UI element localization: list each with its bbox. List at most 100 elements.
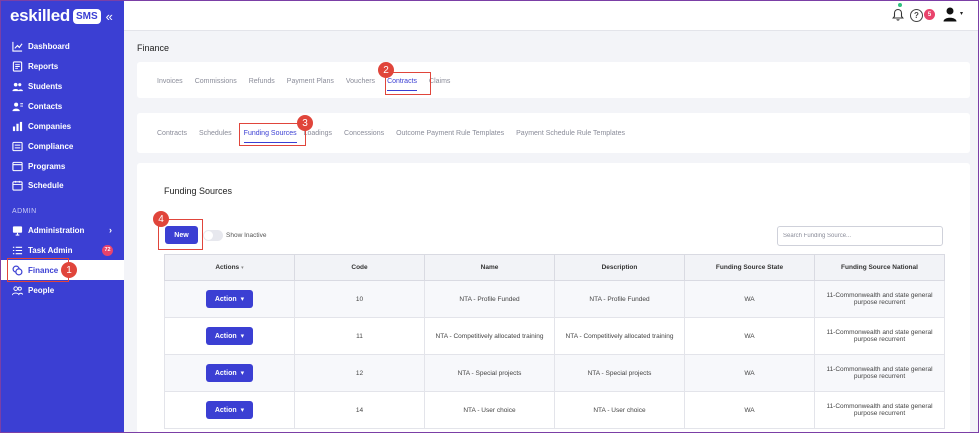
- actions-cell: Action ▾: [164, 280, 295, 318]
- action-dropdown-button[interactable]: Action ▾: [206, 290, 253, 308]
- action-dropdown-button[interactable]: Action ▾: [206, 401, 253, 419]
- sidebar-item-contacts[interactable]: Contacts: [0, 96, 124, 116]
- national-cell: 11-Commonwealth and state general purpos…: [814, 317, 945, 355]
- action-dropdown-button[interactable]: Action ▾: [206, 364, 253, 382]
- column-header-code[interactable]: Code: [294, 254, 425, 281]
- table-header-row: Actions ▾ Code Name Description Funding S…: [164, 254, 945, 281]
- sidebar-item-dashboard[interactable]: Dashboard: [0, 36, 124, 56]
- actions-cell: Action ▾: [164, 354, 295, 392]
- search-funding-source-input[interactable]: [777, 226, 943, 246]
- callout-number-4: 4: [153, 211, 169, 227]
- sidebar-item-label: Programs: [28, 161, 66, 171]
- tab-commissions[interactable]: Commissions: [195, 78, 237, 85]
- sidebar-item-programs[interactable]: Programs: [0, 156, 124, 176]
- name-cell: NTA - Special projects: [424, 354, 555, 392]
- callout-box-contracts: [385, 72, 431, 95]
- sidebar-item-label: Companies: [28, 121, 72, 131]
- notification-count-badge[interactable]: 5: [924, 9, 935, 20]
- sidebar-item-label: Schedule: [28, 180, 64, 190]
- subtab-concessions[interactable]: Concessions: [344, 130, 384, 137]
- callout-number-3: 3: [297, 115, 313, 131]
- user-menu-caret-icon[interactable]: ▾: [960, 10, 963, 17]
- column-header-label: Actions: [215, 264, 240, 271]
- chart-line-icon: [12, 41, 23, 52]
- caret-down-icon: ▾: [240, 333, 245, 340]
- contact-icon: [12, 101, 23, 112]
- subtab-schedules[interactable]: Schedules: [199, 130, 232, 137]
- task-count-badge: 72: [102, 244, 113, 256]
- notification-dot: [898, 3, 902, 7]
- sidebar-item-task-admin[interactable]: Task Admin 72: [0, 240, 124, 260]
- user-avatar-icon[interactable]: [942, 6, 958, 22]
- show-inactive-toggle[interactable]: [203, 230, 223, 241]
- show-inactive-label: Show Inactive: [226, 232, 267, 239]
- subtab-loadings[interactable]: Loadings: [304, 130, 332, 137]
- national-cell: 11-Commonwealth and state general purpos…: [814, 391, 945, 429]
- sidebar-item-companies[interactable]: Companies: [0, 116, 124, 136]
- column-header-state[interactable]: Funding Source State: [684, 254, 815, 281]
- brand-badge: SMS: [72, 8, 101, 24]
- funding-sources-title: Funding Sources: [164, 186, 233, 196]
- sidebar-item-label: People: [28, 285, 55, 295]
- report-icon: [12, 60, 23, 72]
- table-row: Action ▾ 14 NTA - User choice NTA - User …: [164, 391, 945, 429]
- sidebar-item-reports[interactable]: Reports: [0, 56, 124, 76]
- state-cell: WA: [684, 317, 815, 355]
- sidebar-item-label: Reports: [28, 61, 59, 71]
- state-cell: WA: [684, 391, 815, 429]
- action-label: Action: [214, 295, 237, 303]
- help-icon[interactable]: ?: [910, 9, 923, 22]
- sidebar-item-compliance[interactable]: Compliance: [0, 136, 124, 156]
- contract-tabs: Contracts Schedules Funding Sources Load…: [157, 130, 625, 143]
- sort-caret-icon: ▾: [241, 265, 244, 271]
- sidebar-item-students[interactable]: Students: [0, 76, 124, 96]
- code-cell: 10: [294, 280, 425, 318]
- action-label: Action: [214, 332, 237, 340]
- column-header-description[interactable]: Description: [554, 254, 685, 281]
- callout-number-1: 1: [61, 262, 77, 278]
- subtab-payment-schedule-rule-templates[interactable]: Payment Schedule Rule Templates: [516, 130, 625, 137]
- brand-logo[interactable]: eskilled SMS «: [10, 6, 113, 26]
- action-label: Action: [214, 406, 237, 414]
- subtab-outcome-payment-rule-templates[interactable]: Outcome Payment Rule Templates: [396, 130, 504, 137]
- callout-number-2: 2: [378, 62, 394, 78]
- sidebar-item-people[interactable]: People: [0, 280, 124, 300]
- tab-invoices[interactable]: Invoices: [157, 78, 183, 85]
- monitor-icon: [12, 225, 23, 236]
- actions-cell: Action ▾: [164, 391, 295, 429]
- actions-cell: Action ▾: [164, 317, 295, 355]
- bell-icon[interactable]: [892, 8, 904, 21]
- tab-payment-plans[interactable]: Payment Plans: [287, 78, 334, 85]
- caret-down-icon: ▾: [240, 370, 245, 377]
- tab-claims[interactable]: Claims: [429, 78, 450, 85]
- description-cell: NTA - Special projects: [554, 354, 685, 392]
- subtab-contracts[interactable]: Contracts: [157, 130, 187, 137]
- table-row: Action ▾ 10 NTA - Profile Funded NTA - Pr…: [164, 280, 945, 318]
- sidebar-item-label: Dashboard: [28, 41, 70, 51]
- list-icon: [12, 245, 23, 256]
- sidebar-item-label: Compliance: [28, 141, 74, 151]
- column-header-name[interactable]: Name: [424, 254, 555, 281]
- description-cell: NTA - Profile Funded: [554, 280, 685, 318]
- tab-vouchers[interactable]: Vouchers: [346, 78, 375, 85]
- collapse-sidebar-icon[interactable]: «: [106, 9, 113, 24]
- column-header-actions[interactable]: Actions ▾: [164, 254, 295, 281]
- callout-box-funding-sources: [239, 123, 306, 146]
- table-row: Action ▾ 11 NTA - Competitively allocated…: [164, 317, 945, 355]
- sidebar-item-administration[interactable]: Administration ›: [0, 220, 124, 240]
- bar-chart-icon: [12, 121, 23, 132]
- state-cell: WA: [684, 280, 815, 318]
- name-cell: NTA - User choice: [424, 391, 555, 429]
- column-header-national[interactable]: Funding Source National: [814, 254, 945, 281]
- code-cell: 14: [294, 391, 425, 429]
- description-cell: NTA - Competitively allocated training: [554, 317, 685, 355]
- action-label: Action: [214, 369, 237, 377]
- national-cell: 11-Commonwealth and state general purpos…: [814, 280, 945, 318]
- action-dropdown-button[interactable]: Action ▾: [206, 327, 253, 345]
- sidebar-item-label: Task Admin: [28, 245, 73, 255]
- name-cell: NTA - Competitively allocated training: [424, 317, 555, 355]
- sidebar: eskilled SMS « Dashboard Reports Student…: [0, 0, 124, 433]
- admin-section-label: ADMIN: [12, 208, 37, 215]
- tab-refunds[interactable]: Refunds: [249, 78, 275, 85]
- sidebar-item-schedule[interactable]: Schedule: [0, 175, 124, 195]
